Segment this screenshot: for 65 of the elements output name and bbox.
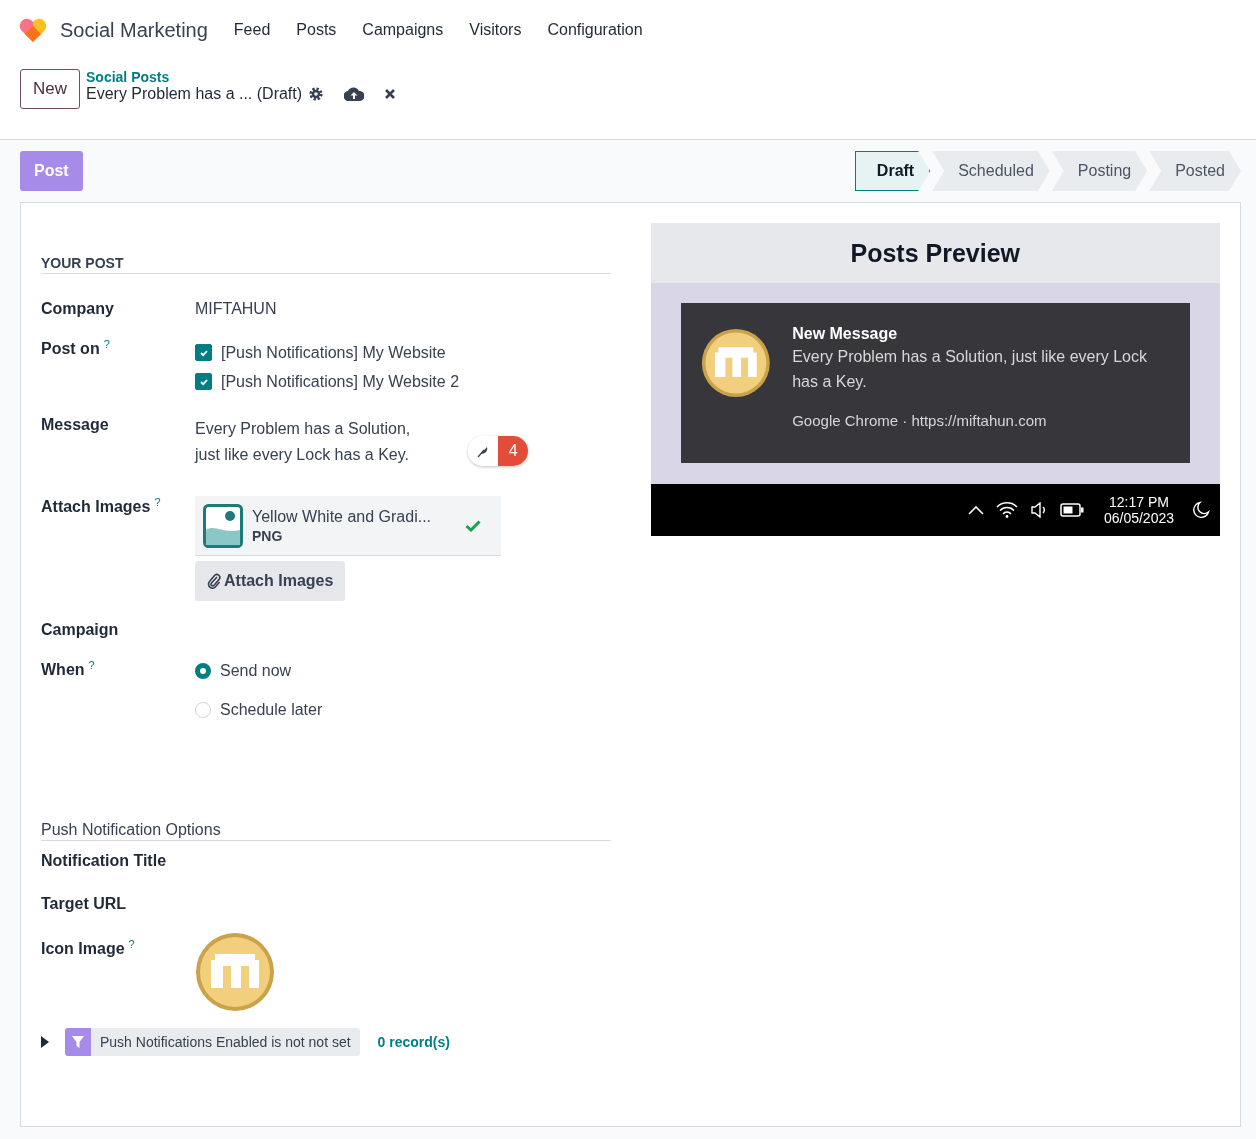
field-label: Target URL bbox=[41, 895, 127, 912]
cloud-upload-icon[interactable] bbox=[344, 87, 365, 101]
section-title: Push Notification Options bbox=[41, 821, 611, 841]
field-label: When bbox=[41, 661, 85, 679]
message-field[interactable]: Every Problem has a Solution, just like every Lock has a Key. bbox=[195, 416, 411, 468]
checkbox[interactable] bbox=[195, 344, 212, 361]
breadcrumb-link[interactable]: Social Posts bbox=[86, 69, 397, 85]
preview-title: Posts Preview bbox=[850, 238, 1020, 268]
record-count-link[interactable]: 0 record(s) bbox=[377, 1034, 450, 1050]
moon-icon[interactable] bbox=[1192, 501, 1210, 519]
menu-item[interactable]: Campaigns bbox=[362, 21, 444, 39]
notification-body: Every Problem has a Solution, just like every Lock has a Key. bbox=[792, 347, 1148, 392]
notification-title: New Message bbox=[792, 325, 899, 343]
expand-caret-icon[interactable] bbox=[41, 1036, 49, 1048]
field-label: Message bbox=[41, 416, 109, 433]
field-label: Attach Images bbox=[41, 498, 151, 516]
app-name[interactable]: Social Marketing bbox=[60, 18, 208, 42]
wifi-icon[interactable] bbox=[995, 502, 1018, 518]
heart-logo-icon bbox=[18, 17, 48, 43]
field-label: Company bbox=[41, 300, 114, 317]
menu-item[interactable]: Feed bbox=[233, 21, 271, 39]
character-count-badge: 4 bbox=[498, 436, 529, 466]
help-tooltip[interactable]: ? bbox=[103, 338, 110, 350]
record-title: Every Problem has a ... (Draft) bbox=[86, 85, 303, 103]
menu-item[interactable]: Visitors bbox=[469, 21, 522, 39]
status-stage[interactable]: Posted bbox=[1149, 151, 1241, 191]
image-file-icon bbox=[203, 503, 243, 548]
checkbox[interactable] bbox=[195, 373, 212, 390]
filter-text: Push Notifications Enabled is not not set bbox=[99, 1033, 352, 1052]
feather-button[interactable] bbox=[468, 436, 499, 466]
status-stage[interactable]: Posting bbox=[1051, 151, 1148, 191]
close-icon[interactable] bbox=[384, 88, 397, 100]
notification-source: Google Chrome · https://miftahun.com bbox=[792, 412, 1048, 429]
radio-label: Send now bbox=[220, 661, 292, 680]
section-title: YOUR POST bbox=[41, 255, 611, 274]
attachment-card[interactable]: Yellow White and Gradi... PNG bbox=[195, 496, 501, 556]
company-value: MIFTAHUN bbox=[195, 300, 277, 318]
field-label: Campaign bbox=[41, 621, 119, 638]
menu-item[interactable]: Configuration bbox=[547, 21, 643, 39]
chevron-up-icon[interactable] bbox=[967, 505, 984, 515]
account-label: [Push Notifications] My Website bbox=[221, 343, 446, 362]
attach-images-button[interactable]: Attach Images bbox=[195, 561, 346, 601]
settings-icon[interactable] bbox=[308, 86, 325, 102]
checkmark-icon bbox=[465, 519, 481, 532]
speaker-icon[interactable] bbox=[1029, 502, 1048, 518]
field-label: Post on bbox=[41, 340, 100, 358]
account-label: [Push Notifications] My Website 2 bbox=[221, 372, 460, 391]
filter-icon bbox=[71, 1035, 85, 1049]
paperclip-icon bbox=[207, 573, 221, 589]
status-stage[interactable]: Draft bbox=[854, 151, 931, 191]
field-label: Notification Title bbox=[41, 852, 167, 869]
battery-icon[interactable] bbox=[1059, 503, 1084, 517]
attachment-type: PNG bbox=[252, 527, 284, 544]
taskbar-time[interactable]: 12:17 PM bbox=[1109, 494, 1169, 510]
radio-label: Schedule later bbox=[220, 700, 323, 719]
attachment-name: Yellow White and Gradi... bbox=[252, 507, 433, 526]
status-stage[interactable]: Scheduled bbox=[932, 151, 1050, 191]
help-tooltip[interactable]: ? bbox=[88, 659, 95, 671]
menu-item[interactable]: Posts bbox=[296, 21, 337, 39]
taskbar-date[interactable]: 06/05/2023 bbox=[1103, 510, 1174, 526]
help-tooltip[interactable]: ? bbox=[128, 938, 135, 950]
help-tooltip[interactable]: ? bbox=[154, 496, 161, 508]
field-label: Icon Image bbox=[41, 940, 125, 958]
radio-button[interactable] bbox=[195, 662, 211, 679]
new-button[interactable]: New bbox=[20, 69, 80, 109]
